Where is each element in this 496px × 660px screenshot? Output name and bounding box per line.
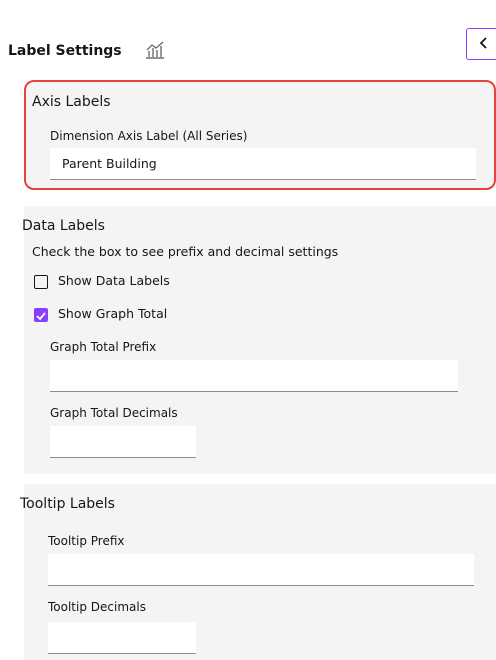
graph-total-decimals-label: Graph Total Decimals — [50, 406, 178, 420]
tooltip-labels-section: Tooltip Labels Tooltip Prefix Tooltip De… — [20, 484, 496, 660]
axis-labels-section: Axis Labels Dimension Axis Label (All Se… — [24, 80, 496, 190]
dimension-axis-label-input[interactable] — [50, 148, 476, 180]
label-settings-panel: Label Settings Axis Labels Dimension Axi… — [0, 0, 496, 660]
panel-header: Label Settings — [0, 0, 496, 78]
axis-labels-title: Axis Labels — [32, 94, 111, 110]
tooltip-prefix-label: Tooltip Prefix — [48, 534, 125, 548]
graph-total-prefix-label: Graph Total Prefix — [50, 340, 157, 354]
collapse-panel-button[interactable] — [466, 28, 496, 60]
dimension-axis-label-label: Dimension Axis Label (All Series) — [50, 129, 248, 143]
show-data-labels-label[interactable]: Show Data Labels — [58, 273, 170, 288]
chevron-left-icon — [478, 35, 490, 54]
tooltip-labels-title: Tooltip Labels — [20, 496, 115, 512]
show-data-labels-box[interactable] — [34, 275, 48, 289]
data-labels-section: Data Labels Check the box to see prefix … — [22, 206, 496, 474]
chart-settings-icon — [144, 40, 166, 60]
graph-total-decimals-input[interactable] — [50, 426, 196, 458]
data-labels-title: Data Labels — [22, 218, 105, 234]
data-labels-hint: Check the box to see prefix and decimal … — [32, 244, 339, 259]
graph-total-prefix-input[interactable] — [50, 360, 458, 392]
tooltip-prefix-input[interactable] — [48, 554, 474, 586]
show-graph-total-label[interactable]: Show Graph Total — [58, 306, 167, 321]
checkmark-icon — [36, 312, 46, 321]
tooltip-decimals-input[interactable] — [48, 622, 196, 654]
show-graph-total-box[interactable] — [34, 308, 48, 322]
tooltip-decimals-label: Tooltip Decimals — [48, 600, 146, 614]
panel-title: Label Settings — [8, 43, 122, 59]
